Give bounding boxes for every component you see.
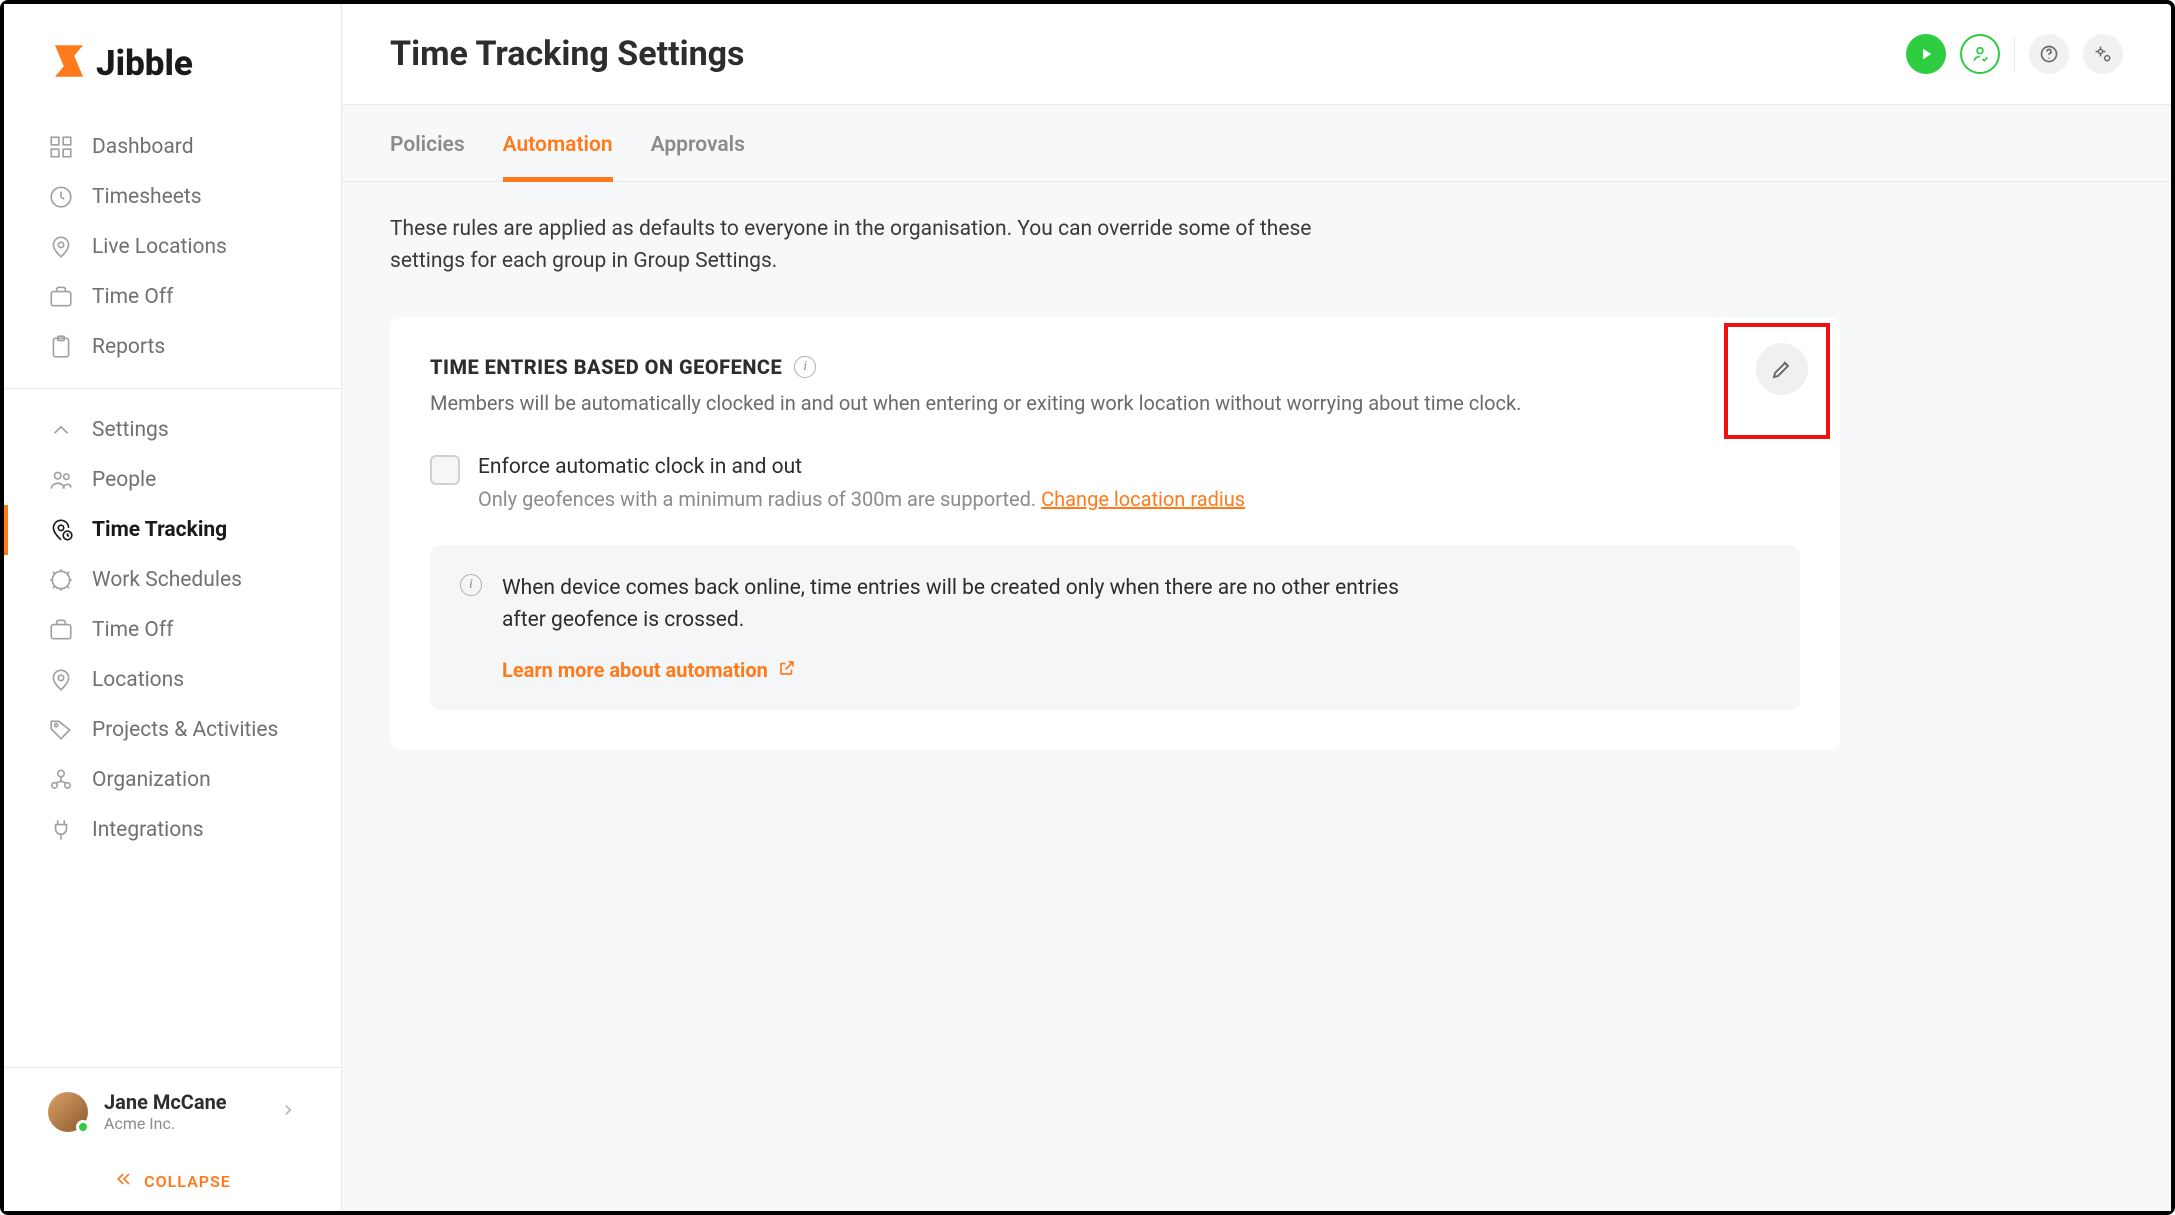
help-button[interactable] xyxy=(2029,34,2069,74)
learn-more-link[interactable]: Learn more about automation xyxy=(502,658,796,682)
logo-icon xyxy=(48,40,90,86)
tab-label: Automation xyxy=(503,133,613,157)
user-name: Jane McCane xyxy=(104,1090,227,1114)
page-title: Time Tracking Settings xyxy=(390,34,745,74)
sidebar-label: Integrations xyxy=(92,818,204,842)
people-icon xyxy=(48,467,74,493)
card-title: TIME ENTRIES BASED ON GEOFENCE xyxy=(430,355,782,379)
sidebar-label: Reports xyxy=(92,335,165,359)
sidebar-label: Timesheets xyxy=(92,185,202,209)
sidebar-label: Projects & Activities xyxy=(92,718,278,742)
checkbox-hint: Only geofences with a minimum radius of … xyxy=(478,487,1245,511)
sidebar-item-time-off[interactable]: Time Off xyxy=(4,272,341,322)
sidebar-item-time-tracking[interactable]: Time Tracking xyxy=(4,505,341,555)
start-timer-button[interactable] xyxy=(1906,34,1946,74)
sidebar-label: Time Off xyxy=(92,618,173,642)
tab-policies[interactable]: Policies xyxy=(390,105,465,181)
sidebar-item-people[interactable]: People xyxy=(4,455,341,505)
chevron-up-icon xyxy=(48,417,74,443)
note-text: When device comes back online, time entr… xyxy=(502,573,1442,636)
tab-label: Approvals xyxy=(651,133,745,157)
sidebar-item-integrations[interactable]: Integrations xyxy=(4,805,341,855)
clock-icon xyxy=(48,184,74,210)
chevron-double-left-icon xyxy=(114,1169,134,1193)
tab-approvals[interactable]: Approvals xyxy=(651,105,745,181)
info-icon: i xyxy=(460,574,482,596)
schedule-icon xyxy=(48,567,74,593)
header-bar: Time Tracking Settings xyxy=(342,4,2171,105)
main: Time Tracking Settings Policies xyxy=(342,4,2171,1211)
enforce-auto-clock-checkbox[interactable] xyxy=(430,455,460,485)
sidebar-item-locations[interactable]: Locations xyxy=(4,655,341,705)
pin-icon xyxy=(48,234,74,260)
sidebar-item-organization[interactable]: Organization xyxy=(4,755,341,805)
collapse-label: COLLAPSE xyxy=(144,1172,231,1191)
sidebar-label: People xyxy=(92,468,156,492)
logo[interactable]: Jibble xyxy=(4,4,341,122)
nav-primary: Dashboard Timesheets Live Locations Time… xyxy=(4,122,341,372)
suitcase-icon xyxy=(48,617,74,643)
sidebar-item-dashboard[interactable]: Dashboard xyxy=(4,122,341,172)
sidebar-label: Settings xyxy=(92,418,169,442)
intro-text: These rules are applied as defaults to e… xyxy=(390,214,1340,277)
nav-secondary: Settings People Time Tracking Work Sched… xyxy=(4,405,341,855)
geofence-card: TIME ENTRIES BASED ON GEOFENCE i Members… xyxy=(390,317,1840,750)
sidebar-label: Live Locations xyxy=(92,235,227,259)
checkbox-row: Enforce automatic clock in and out Only … xyxy=(430,455,1800,511)
sidebar-label: Time Tracking xyxy=(92,518,227,542)
geotime-icon xyxy=(48,517,74,543)
avatar xyxy=(48,1092,88,1132)
sidebar-item-timesheets[interactable]: Timesheets xyxy=(4,172,341,222)
tabs-bar: Policies Automation Approvals xyxy=(342,105,2171,182)
sidebar: Jibble Dashboard Timesheets Live Locatio… xyxy=(4,4,342,1211)
tag-icon xyxy=(48,717,74,743)
sidebar-footer: Jane McCane Acme Inc. COLLAPSE xyxy=(4,1067,341,1211)
checkbox-label: Enforce automatic clock in and out xyxy=(478,455,1245,479)
settings-tools-button[interactable] xyxy=(2083,34,2123,74)
edit-button[interactable] xyxy=(1756,343,1808,395)
collapse-button[interactable]: COLLAPSE xyxy=(4,1155,341,1211)
logo-text: Jibble xyxy=(96,43,193,84)
user-status-button[interactable] xyxy=(1960,34,2000,74)
sidebar-item-live-locations[interactable]: Live Locations xyxy=(4,222,341,272)
sidebar-item-work-schedules[interactable]: Work Schedules xyxy=(4,555,341,605)
sidebar-label: Work Schedules xyxy=(92,568,242,592)
sidebar-label: Time Off xyxy=(92,285,173,309)
change-location-radius-link[interactable]: Change location radius xyxy=(1041,487,1245,511)
dashboard-icon xyxy=(48,134,74,160)
sidebar-item-reports[interactable]: Reports xyxy=(4,322,341,372)
info-icon[interactable]: i xyxy=(794,356,816,378)
tab-label: Policies xyxy=(390,133,465,157)
chevron-right-icon xyxy=(279,1101,297,1123)
content: These rules are applied as defaults to e… xyxy=(342,182,2171,1211)
sidebar-label: Dashboard xyxy=(92,135,194,159)
user-org: Acme Inc. xyxy=(104,1114,227,1133)
note-box: i When device comes back online, time en… xyxy=(430,545,1800,710)
pin-icon xyxy=(48,667,74,693)
sidebar-label: Organization xyxy=(92,768,211,792)
header-actions xyxy=(1906,34,2123,74)
sidebar-item-projects-activities[interactable]: Projects & Activities xyxy=(4,705,341,755)
card-subtitle: Members will be automatically clocked in… xyxy=(430,391,1800,415)
org-icon xyxy=(48,767,74,793)
plug-icon xyxy=(48,817,74,843)
status-dot-icon xyxy=(76,1120,90,1134)
user-menu[interactable]: Jane McCane Acme Inc. xyxy=(4,1068,341,1155)
sidebar-item-time-off-settings[interactable]: Time Off xyxy=(4,605,341,655)
divider xyxy=(2014,37,2015,71)
nav-divider xyxy=(4,388,341,389)
external-link-icon xyxy=(778,658,796,682)
sidebar-item-settings[interactable]: Settings xyxy=(4,405,341,455)
sidebar-label: Locations xyxy=(92,668,184,692)
suitcase-icon xyxy=(48,284,74,310)
tab-automation[interactable]: Automation xyxy=(503,105,613,181)
clipboard-icon xyxy=(48,334,74,360)
